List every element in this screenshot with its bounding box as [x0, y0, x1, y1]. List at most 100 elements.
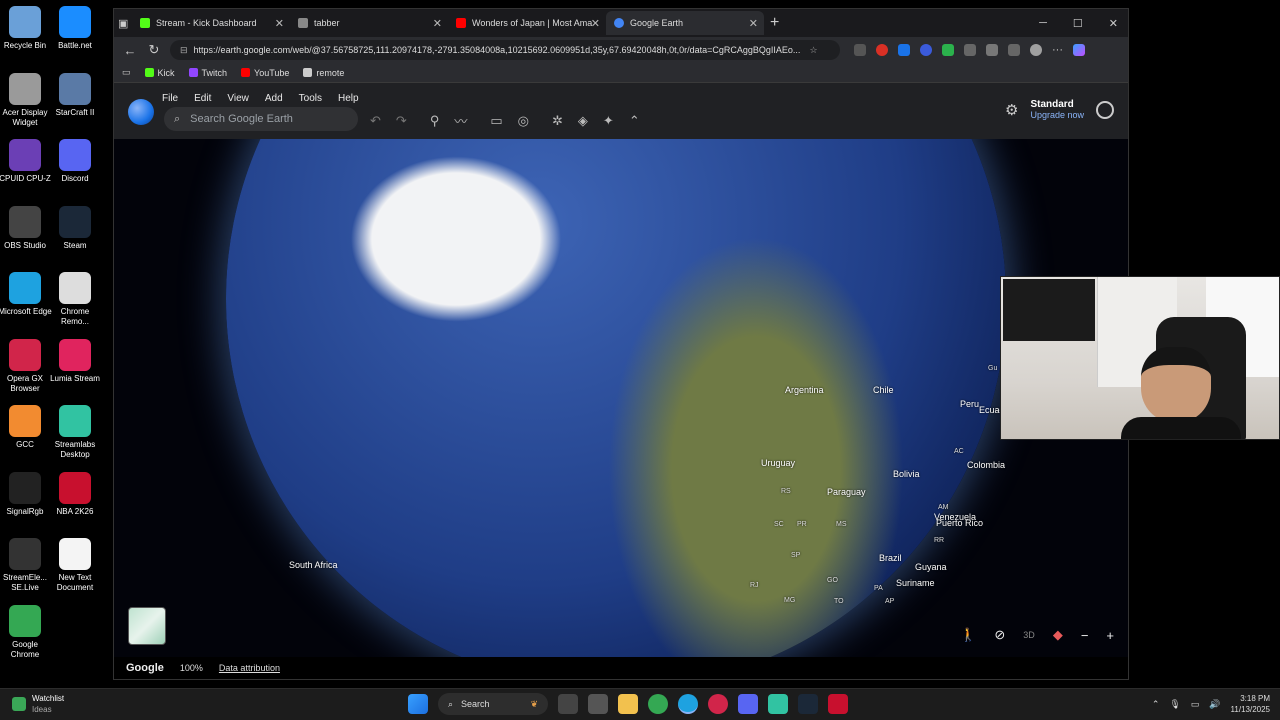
extension-icon[interactable]	[854, 44, 866, 56]
desktop-icon[interactable]: Chrome Remo...	[48, 272, 102, 327]
plan-info[interactable]: Standard Upgrade now	[1030, 99, 1084, 120]
site-info-icon[interactable]: ⊟	[180, 45, 188, 56]
upgrade-link[interactable]: Upgrade now	[1030, 110, 1084, 120]
bookmark-twitch[interactable]: Twitch	[188, 68, 227, 78]
chrome-icon[interactable]	[648, 694, 668, 714]
pegman-icon[interactable]: 🚶	[960, 627, 976, 643]
map-label[interactable]: MS	[836, 521, 847, 528]
steam-icon[interactable]	[798, 694, 818, 714]
tilt-icon[interactable]: ⊘	[994, 627, 1005, 643]
bookmark-kick[interactable]: Kick	[144, 68, 175, 78]
edge-icon[interactable]	[678, 694, 698, 714]
network-icon[interactable]: ▭	[1191, 699, 1200, 710]
zoom-out-icon[interactable]: −	[1081, 628, 1089, 643]
favorite-star-icon[interactable]: ☆	[810, 45, 818, 56]
map-label[interactable]: Uruguay	[761, 458, 795, 468]
path-icon[interactable]: 〰	[454, 111, 467, 130]
map-label[interactable]: Guyana	[915, 562, 947, 572]
refresh-icon[interactable]: ↻	[146, 42, 162, 58]
profile-avatar[interactable]	[1030, 44, 1042, 56]
desktop-icon[interactable]: GCC	[0, 405, 52, 450]
tab-actions-icon[interactable]: ▣	[118, 17, 132, 30]
map-label[interactable]: PR	[797, 521, 807, 528]
widgets-icon[interactable]	[588, 694, 608, 714]
extension-icon[interactable]	[876, 44, 888, 56]
clock[interactable]: 3:18 PM 11/13/2025	[1231, 693, 1270, 715]
zoom-in-icon[interactable]: +	[1106, 628, 1114, 643]
map-label[interactable]: TO	[834, 598, 844, 605]
sparkle-icon[interactable]: ✦	[603, 113, 614, 129]
3d-toggle[interactable]: 3D	[1023, 630, 1035, 640]
desktop-icon[interactable]: StarCraft II	[48, 72, 102, 118]
desktop-icon[interactable]: Opera GX Browser	[0, 338, 52, 394]
game-icon[interactable]	[828, 694, 848, 714]
menu-help[interactable]: Help	[338, 93, 359, 104]
map-label[interactable]: SP	[791, 552, 800, 559]
desktop-icon[interactable]: Lumia Stream	[48, 338, 102, 384]
close-icon[interactable]: ✕	[591, 17, 600, 30]
menu-view[interactable]: View	[227, 93, 249, 104]
map-label[interactable]: AP	[885, 598, 894, 605]
maximize-icon[interactable]: ☐	[1073, 17, 1083, 30]
map-label[interactable]: South Africa	[289, 560, 338, 570]
tab-google-earth[interactable]: Google Earth ✕	[606, 11, 764, 35]
streamlabs-icon[interactable]	[768, 694, 788, 714]
close-icon[interactable]: ✕	[275, 17, 284, 30]
gear-icon[interactable]: ⚙	[1005, 101, 1018, 119]
globe[interactable]	[226, 139, 1006, 665]
desktop-icon[interactable]: StreamEle... SE.Live	[0, 538, 52, 593]
back-icon[interactable]: ←	[122, 43, 138, 58]
menu-edit[interactable]: Edit	[194, 93, 211, 104]
start-icon[interactable]	[408, 694, 428, 714]
compass-icon[interactable]: ◆	[1053, 627, 1063, 643]
map-style-thumbnail[interactable]	[128, 607, 166, 645]
desktop-icon[interactable]: SignalRgb	[0, 471, 52, 517]
desktop-icon[interactable]: Battle.net	[48, 6, 102, 51]
microphone-icon[interactable]: 🎙	[1169, 699, 1180, 710]
volume-icon[interactable]: 🔊	[1209, 699, 1220, 710]
ruler-icon[interactable]: ▭	[490, 113, 502, 129]
puzzle-icon[interactable]	[964, 44, 976, 56]
reading-view-icon[interactable]: ▭	[122, 67, 131, 78]
map-label[interactable]: Suriname	[896, 578, 935, 588]
map-label[interactable]: AC	[954, 448, 964, 455]
map-label[interactable]: GO	[827, 577, 838, 584]
copilot-icon[interactable]	[1073, 44, 1085, 56]
taskbar-search[interactable]: ⌕ Search ❦	[438, 693, 548, 715]
extension-icon[interactable]	[920, 44, 932, 56]
url-field[interactable]: ⊟ https://earth.google.com/web/@37.56758…	[170, 40, 840, 60]
map-label[interactable]: Puerto Rico	[936, 518, 983, 528]
menu-tools[interactable]: Tools	[299, 93, 322, 104]
map-label[interactable]: RS	[781, 488, 791, 495]
bookmark-remote[interactable]: remote	[303, 68, 344, 78]
desktop-icon[interactable]: Google Chrome	[0, 604, 52, 660]
map-label[interactable]: Argentina	[785, 385, 824, 395]
window-close-icon[interactable]: ✕	[1109, 17, 1118, 30]
desktop-icon[interactable]: Microsoft Edge	[0, 272, 52, 317]
search-box[interactable]: ⌕ Search Google Earth	[164, 107, 358, 131]
minimize-icon[interactable]: ─	[1039, 17, 1047, 30]
bookmark-youtube[interactable]: YouTube	[241, 68, 289, 78]
more-icon[interactable]: ···	[1052, 44, 1063, 56]
map-view[interactable]: Argentina Chile Peru Ecuador Uruguay Bolivia C…	[114, 139, 1128, 665]
map-label[interactable]: MG	[784, 597, 795, 604]
new-tab-button[interactable]: +	[770, 14, 779, 32]
tab-youtube[interactable]: Wonders of Japan | Most Amazin ✕	[448, 11, 606, 35]
google-earth-logo-icon[interactable]	[128, 99, 154, 125]
extension-icon[interactable]	[986, 44, 998, 56]
desktop-icon[interactable]: Streamlabs Desktop	[48, 405, 102, 460]
map-label[interactable]: Bolivia	[893, 469, 920, 479]
placemark-icon[interactable]: ⚲	[430, 113, 440, 129]
map-label[interactable]: PA	[874, 585, 883, 592]
desktop-icon[interactable]: Recycle Bin	[0, 6, 52, 51]
favorites-icon[interactable]	[1008, 44, 1020, 56]
map-label[interactable]: RR	[934, 537, 944, 544]
satellite-icon[interactable]: ✲	[552, 113, 563, 129]
map-label[interactable]: SC	[774, 521, 784, 528]
map-label[interactable]: Chile	[873, 385, 894, 395]
desktop-icon[interactable]: CPUID CPU-Z	[0, 139, 52, 184]
layers-icon[interactable]: ◈	[578, 113, 588, 129]
map-label[interactable]: AM	[938, 504, 949, 511]
map-label[interactable]: Brazil	[879, 553, 902, 563]
close-icon[interactable]: ✕	[749, 17, 758, 30]
